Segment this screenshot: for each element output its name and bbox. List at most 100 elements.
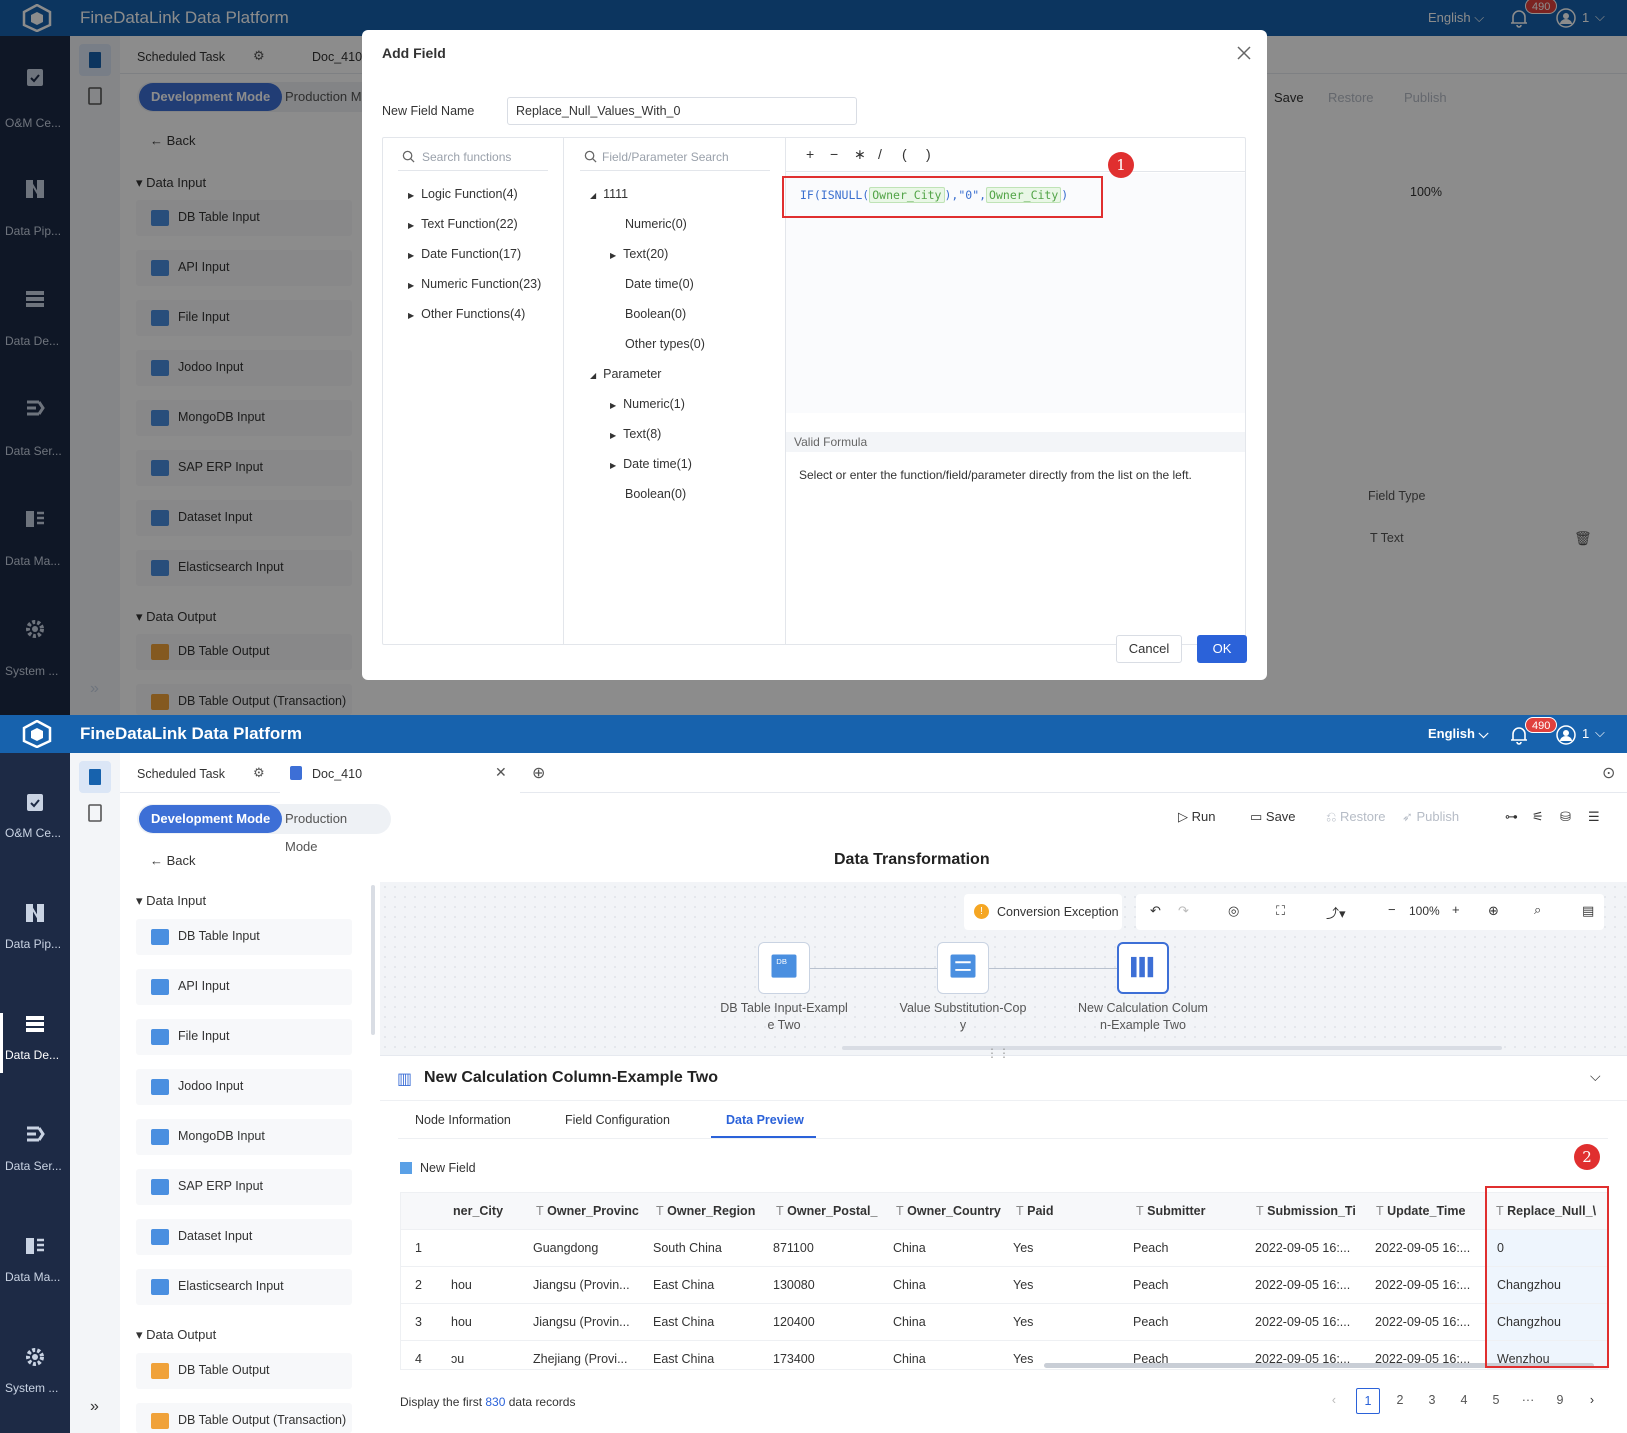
- help-icon[interactable]: ⊙: [1602, 763, 1615, 783]
- panel-resize-handle[interactable]: ⋮⋮: [986, 1046, 1010, 1060]
- tab-scheduled-task[interactable]: Scheduled Task: [137, 767, 225, 781]
- table-row[interactable]: 3 hou Jiangsu (Provin... East China 1204…: [401, 1304, 1607, 1341]
- add-tab-icon[interactable]: ⊕: [532, 763, 545, 783]
- function-numeric[interactable]: ▶ Numeric Function(23): [408, 277, 541, 291]
- node-value-substitution[interactable]: [937, 942, 989, 994]
- cancel-button[interactable]: Cancel: [1116, 635, 1182, 663]
- language-selector[interactable]: English ⌵: [1428, 726, 1488, 742]
- plus-operator[interactable]: +: [806, 146, 814, 162]
- publish-button[interactable]: ➶ Publish: [1402, 809, 1459, 825]
- minimap-icon[interactable]: ▤: [1582, 903, 1594, 919]
- component-db-table-input[interactable]: DB Table Input: [136, 919, 352, 955]
- database-icon[interactable]: ⛁: [1560, 809, 1571, 825]
- tab-data-preview[interactable]: Data Preview: [726, 1113, 804, 1127]
- ok-button[interactable]: OK: [1197, 635, 1247, 663]
- preview-icon[interactable]: ◎: [1228, 903, 1239, 919]
- nav-data-service[interactable]: Data Ser...: [0, 1124, 70, 1184]
- nav-data-development[interactable]: Data De...: [0, 1013, 70, 1073]
- settings-sliders-icon[interactable]: ⚟: [1532, 809, 1544, 825]
- param-boolean[interactable]: Boolean(0): [625, 487, 686, 501]
- close-tab-icon[interactable]: ✕: [495, 764, 507, 781]
- search-icon[interactable]: ⌕: [1534, 902, 1541, 918]
- column-header[interactable]: T Update_Time: [1376, 1204, 1488, 1218]
- nav-data-pipeline[interactable]: Data Pip...: [0, 902, 70, 962]
- script-tab-button[interactable]: [79, 797, 111, 829]
- field-boolean[interactable]: Boolean(0): [625, 307, 686, 321]
- connector-icon[interactable]: ⤴▾: [1326, 903, 1346, 922]
- param-numeric[interactable]: ▶ Numeric(1): [610, 397, 685, 411]
- field-numeric[interactable]: Numeric(0): [625, 217, 687, 231]
- tab-node-information[interactable]: Node Information: [415, 1113, 511, 1127]
- nav-om-center[interactable]: O&M Ce...: [0, 791, 70, 851]
- list-icon[interactable]: ☰: [1588, 809, 1600, 825]
- column-header[interactable]: ner_City: [453, 1204, 521, 1218]
- settings-icon[interactable]: ⚙: [253, 765, 265, 781]
- component-api-input[interactable]: API Input: [136, 969, 352, 1005]
- task-tab-button[interactable]: [79, 761, 111, 793]
- column-header[interactable]: T Owner_Provinc: [536, 1204, 648, 1218]
- table-row[interactable]: 1 Guangdong South China 871100 China Yes…: [401, 1230, 1607, 1267]
- restore-button[interactable]: ⎌ Restore: [1326, 809, 1386, 825]
- page-9[interactable]: 9: [1548, 1393, 1572, 1407]
- close-icon[interactable]: [1237, 46, 1251, 60]
- user-menu-chevron-icon[interactable]: ⌵: [1595, 725, 1605, 741]
- column-header[interactable]: T Owner_Region: [656, 1204, 768, 1218]
- field-search[interactable]: Field/Parameter Search: [580, 145, 770, 171]
- page-1[interactable]: 1: [1356, 1388, 1380, 1414]
- next-page-icon[interactable]: ›: [1580, 1393, 1604, 1407]
- component-file-input[interactable]: File Input: [136, 1019, 352, 1055]
- column-header[interactable]: T Paid: [1016, 1204, 1128, 1218]
- user-avatar-icon[interactable]: [1556, 725, 1576, 745]
- prev-page-icon[interactable]: ‹: [1322, 1393, 1346, 1407]
- component-db-table-output[interactable]: DB Table Output: [136, 1353, 352, 1389]
- undo-icon[interactable]: ↶: [1150, 903, 1161, 919]
- column-header[interactable]: T Submission_Ti: [1256, 1204, 1368, 1218]
- page-ellipsis[interactable]: ···: [1516, 1393, 1540, 1407]
- minus-operator[interactable]: −: [830, 146, 838, 162]
- table-row[interactable]: 2 hou Jiangsu (Provin... East China 1300…: [401, 1267, 1607, 1304]
- component-sap-erp-input[interactable]: SAP ERP Input: [136, 1169, 352, 1205]
- column-header[interactable]: T Owner_Postal_: [776, 1204, 888, 1218]
- locate-icon[interactable]: ⊕: [1488, 903, 1499, 919]
- fit-view-icon[interactable]: ⛶: [1276, 903, 1285, 919]
- conversion-exception-chip[interactable]: ! Conversion Exception: [964, 894, 1122, 930]
- close-paren-operator[interactable]: ): [926, 146, 931, 162]
- multiply-operator[interactable]: ∗: [854, 146, 866, 163]
- zoom-out-icon[interactable]: −: [1388, 902, 1396, 917]
- field-text[interactable]: ▶ Text(20): [610, 247, 668, 261]
- zoom-in-icon[interactable]: +: [1452, 902, 1460, 917]
- save-button[interactable]: ▭ Save: [1250, 809, 1296, 825]
- function-text[interactable]: ▶ Text Function(22): [408, 217, 518, 231]
- function-other[interactable]: ▶ Other Functions(4): [408, 307, 525, 321]
- component-mongodb-input[interactable]: MongoDB Input: [136, 1119, 352, 1155]
- component-elasticsearch-input[interactable]: Elasticsearch Input: [136, 1269, 352, 1305]
- data-input-group[interactable]: ▾ Data Input: [136, 893, 206, 909]
- tab-doc-active[interactable]: Doc_410 ✕: [280, 753, 520, 793]
- page-5[interactable]: 5: [1484, 1393, 1508, 1407]
- column-header[interactable]: T Submitter: [1136, 1204, 1248, 1218]
- function-logic[interactable]: ▶ Logic Function(4): [408, 187, 518, 201]
- development-mode-button[interactable]: Development Mode: [139, 805, 283, 833]
- divide-operator[interactable]: /: [878, 146, 882, 162]
- node-new-calculation-column[interactable]: [1117, 942, 1169, 994]
- sidebar-scrollbar[interactable]: [371, 885, 375, 1035]
- field-root[interactable]: ◢ 1111: [590, 187, 628, 201]
- field-datetime[interactable]: Date time(0): [625, 277, 694, 291]
- data-output-group[interactable]: ▾ Data Output: [136, 1327, 216, 1343]
- back-link[interactable]: ← Back: [150, 853, 196, 868]
- function-search[interactable]: Search functions: [398, 145, 548, 171]
- param-root[interactable]: ◢ Parameter: [590, 367, 661, 381]
- param-text[interactable]: ▶ Text(8): [610, 427, 661, 441]
- open-paren-operator[interactable]: (: [902, 146, 907, 162]
- tab-field-configuration[interactable]: Field Configuration: [565, 1113, 670, 1127]
- run-button[interactable]: ▷ Run: [1178, 809, 1215, 825]
- column-header[interactable]: T Owner_Country: [896, 1204, 1008, 1218]
- param-datetime[interactable]: ▶ Date time(1): [610, 457, 692, 471]
- production-mode-button[interactable]: Production Mode: [273, 805, 391, 854]
- component-db-table-output-transaction[interactable]: DB Table Output (Transaction): [136, 1403, 352, 1433]
- page-2[interactable]: 2: [1388, 1393, 1412, 1407]
- nav-data-management[interactable]: Data Ma...: [0, 1235, 70, 1295]
- field-other[interactable]: Other types(0): [625, 337, 705, 351]
- page-4[interactable]: 4: [1452, 1393, 1476, 1407]
- function-date[interactable]: ▶ Date Function(17): [408, 247, 521, 261]
